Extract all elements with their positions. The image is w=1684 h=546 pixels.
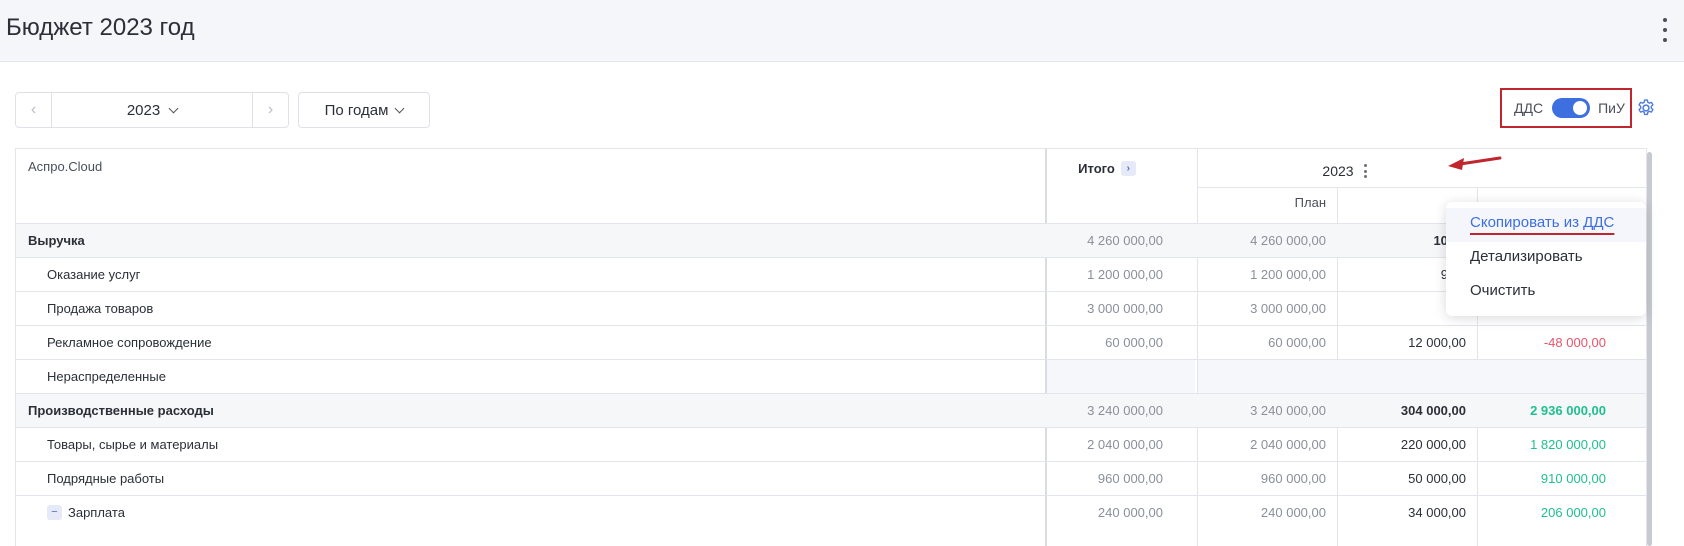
table-row[interactable]: Выручка 4 260 000,00 4 260 000,00 102 0 <box>16 223 1646 257</box>
year-navigator: ‹ 2023 › <box>15 92 289 128</box>
report-mode-toggle: ДДС ПиУ <box>1500 88 1632 128</box>
row-total: 240 000,00 <box>1097 505 1163 520</box>
row-total: 60 000,00 <box>1105 335 1163 350</box>
table-row[interactable]: Подрядные работы 960 000,00 960 000,00 5… <box>16 461 1646 495</box>
gear-icon[interactable] <box>1636 98 1656 118</box>
next-year-button[interactable]: › <box>252 93 288 127</box>
collapse-row-button[interactable]: − <box>47 505 62 520</box>
row-total: 1 200 000,00 <box>1087 267 1163 282</box>
total-column-header: Итого › <box>1047 161 1167 176</box>
row-plan: 3 000 000,00 <box>1250 301 1326 316</box>
row-diff: 206 000,00 <box>1540 505 1606 520</box>
year-header-label: 2023 <box>1322 163 1354 179</box>
prev-year-button[interactable]: ‹ <box>16 93 52 127</box>
row-label: Оказание услуг <box>47 267 141 282</box>
row-fact: 50 000,00 <box>1408 471 1466 486</box>
period-select[interactable]: По годам <box>298 92 430 128</box>
vertical-scrollbar[interactable] <box>1647 152 1652 546</box>
row-plan: 60 000,00 <box>1268 335 1326 350</box>
chevron-left-icon: ‹ <box>30 101 37 118</box>
table-row[interactable]: Продажа товаров 3 000 000,00 3 000 000,0… <box>16 291 1646 325</box>
row-plan: 2 040 000,00 <box>1250 437 1326 452</box>
row-fact: 304 000,00 <box>1400 403 1466 418</box>
chevron-down-icon <box>394 103 405 113</box>
header-divider <box>1197 187 1646 188</box>
row-plan: 960 000,00 <box>1260 471 1326 486</box>
row-plan: 1 200 000,00 <box>1250 267 1326 282</box>
table-row[interactable]: Оказание услуг 1 200 000,00 1 200 000,00… <box>16 257 1646 291</box>
chevron-right-icon: › <box>1126 163 1130 174</box>
table-row[interactable]: Рекламное сопровождение 60 000,00 60 000… <box>16 325 1646 359</box>
table-row[interactable]: − Зарплата 240 000,00 240 000,00 34 000,… <box>16 495 1646 529</box>
row-total: 4 260 000,00 <box>1087 233 1163 248</box>
menu-item-detail[interactable]: Детализировать <box>1446 242 1646 276</box>
row-diff: 1 820 000,00 <box>1530 437 1606 452</box>
chevron-right-icon: › <box>267 101 274 118</box>
row-plan: 4 260 000,00 <box>1250 233 1326 248</box>
row-diff: 2 936 000,00 <box>1530 403 1606 418</box>
total-header-label: Итого <box>1078 161 1115 176</box>
row-fact: 34 000,00 <box>1408 505 1466 520</box>
empty-cell <box>1047 360 1195 393</box>
annotation-arrow <box>1448 156 1502 170</box>
page-title: Бюджет 2023 год <box>6 14 195 41</box>
minus-icon: − <box>51 506 58 518</box>
row-plan: 3 240 000,00 <box>1250 403 1326 418</box>
row-fact: 12 000,00 <box>1408 335 1466 350</box>
row-label: Продажа товаров <box>47 301 154 316</box>
plan-column-header: План <box>1294 195 1326 210</box>
year-select-value: 2023 <box>126 101 161 119</box>
toggle-label-dds: ДДС <box>1514 100 1544 116</box>
row-total: 960 000,00 <box>1097 471 1163 486</box>
row-total: 2 040 000,00 <box>1087 437 1163 452</box>
row-diff: 910 000,00 <box>1540 471 1606 486</box>
row-diff: -48 000,00 <box>1543 335 1606 350</box>
row-plan: 240 000,00 <box>1260 505 1326 520</box>
year-context-menu: Скопировать из ДДС Детализировать Очисти… <box>1446 202 1646 316</box>
toggle-label-piu: ПиУ <box>1598 100 1625 116</box>
row-label: Товары, сырье и материалы <box>47 437 219 452</box>
year-options-icon[interactable] <box>1362 164 1370 178</box>
budget-table: Аспро.Cloud Итого › 2023 План Выручка 4 … <box>15 148 1647 546</box>
row-label: Производственные расходы <box>28 403 214 418</box>
empty-cell <box>1198 360 1646 393</box>
expand-total-button[interactable]: › <box>1120 161 1136 176</box>
row-label: Подрядные работы <box>47 471 165 486</box>
row-label: Выручка <box>28 233 85 248</box>
chevron-down-icon <box>168 103 179 113</box>
table-row[interactable]: Производственные расходы 3 240 000,00 3 … <box>16 393 1646 427</box>
report-mode-switch[interactable] <box>1552 98 1591 118</box>
row-label: Рекламное сопровождение <box>47 335 212 350</box>
row-total: 3 240 000,00 <box>1087 403 1163 418</box>
menu-item-copy-from-dds[interactable]: Скопировать из ДДС <box>1446 208 1646 242</box>
row-total: 3 000 000,00 <box>1087 301 1163 316</box>
row-fact: 220 000,00 <box>1400 437 1466 452</box>
table-row[interactable]: Товары, сырье и материалы 2 040 000,00 2… <box>16 427 1646 461</box>
period-select-value: По годам <box>324 101 389 119</box>
row-label: Зарплата <box>68 505 125 520</box>
table-row[interactable]: Нераспределенные <box>16 359 1646 393</box>
row-label: Нераспределенные <box>47 369 166 384</box>
menu-item-clear[interactable]: Очистить <box>1446 276 1646 310</box>
company-name: Аспро.Cloud <box>28 159 103 174</box>
year-select[interactable]: 2023 <box>52 93 252 127</box>
page-header: Бюджет 2023 год <box>0 0 1684 62</box>
more-options-icon[interactable] <box>1660 18 1670 42</box>
